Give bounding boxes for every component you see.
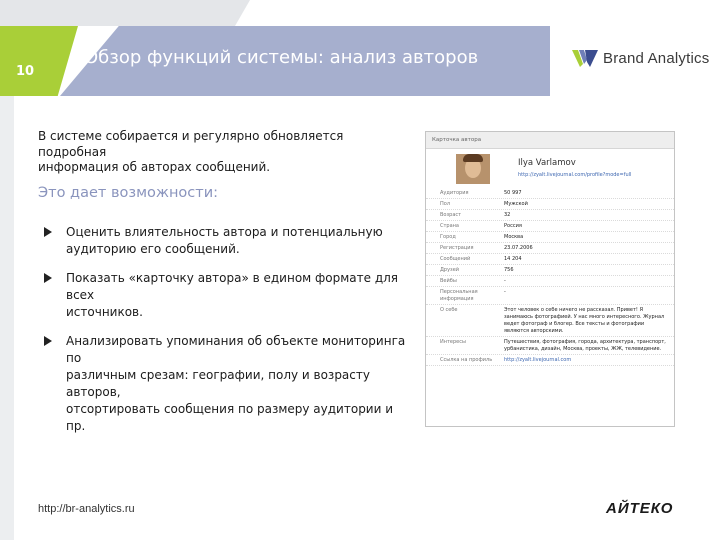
- author-attribute-row: О себе Этот человек о себе ничего не расс…: [426, 305, 674, 337]
- arrow-bullet-icon: [44, 227, 52, 237]
- author-attribute-row: Сообщений 14 204: [426, 254, 674, 265]
- attribute-label: Сообщений: [440, 256, 471, 262]
- attribute-value: 14 204: [504, 256, 522, 262]
- bullet-line: аудиторию его сообщений.: [66, 242, 240, 256]
- bullet-line: Показать «карточку автора» в едином форм…: [66, 271, 399, 302]
- author-attribute-row: Регистрация 23.07.2006: [426, 243, 674, 254]
- author-attribute-row: Ссылка на профиль http://zyalt.livejourna…: [426, 355, 674, 366]
- attribute-value-link[interactable]: http://zyalt.livejournal.com: [504, 357, 674, 364]
- attribute-label: Ссылка на профиль: [440, 357, 493, 363]
- bullet-line: Анализировать упоминания об объекте мони…: [66, 334, 406, 365]
- slide-title: Обзор функций системы: анализ авторов: [84, 47, 479, 68]
- slide-number: 10: [16, 64, 35, 79]
- bullet-list: Оценить влиятельность автора и потенциал…: [44, 224, 414, 447]
- brand-analytics-logo-text: Brand Analytics: [603, 49, 710, 67]
- author-name: Ilya Varlamov: [518, 158, 576, 168]
- page-number-band: [0, 26, 78, 96]
- attribute-value: Путешествия, фотография, города, архитек…: [504, 339, 666, 352]
- attribute-label: Вейбы: [440, 278, 457, 284]
- author-avatar: [456, 154, 490, 184]
- attribute-label: Пол: [440, 201, 451, 207]
- author-attribute-row: Интересы Путешествия, фотография, города,…: [426, 337, 674, 355]
- decorative-top-band: [0, 0, 250, 26]
- brand-analytics-logo-icon: [572, 50, 598, 67]
- bullet-item: Анализировать упоминания об объекте мони…: [44, 333, 414, 435]
- author-attribute-row: Персональная информация -: [426, 287, 674, 305]
- attribute-value: -: [504, 278, 506, 284]
- author-profile-link[interactable]: http://zyalt.livejournal.com/profile?mod…: [518, 172, 631, 178]
- attribute-label: Друзей: [440, 267, 460, 273]
- bullet-item: Оценить влиятельность автора и потенциал…: [44, 224, 414, 258]
- attribute-label: Страна: [440, 223, 459, 229]
- intro-line: В системе собирается и регулярно обновля…: [38, 129, 344, 159]
- author-attribute-row: Возраст 32: [426, 210, 674, 221]
- company-logo: АЙТЕКО: [606, 500, 674, 517]
- attribute-value: 756: [504, 267, 514, 273]
- bullet-line: источников.: [66, 305, 143, 319]
- attribute-value: Этот человек о себе ничего не рассказал.…: [504, 307, 665, 334]
- author-attributes: Аудитория 50 997 Пол Мужской Возраст 32 Стр…: [426, 188, 674, 366]
- attribute-value: Мужской: [504, 201, 528, 207]
- attribute-label: Аудитория: [440, 190, 469, 196]
- author-attribute-row: Страна Россия: [426, 221, 674, 232]
- attribute-label: Город: [440, 234, 456, 240]
- section-heading: Это дает возможности:: [38, 185, 219, 201]
- attribute-label: Возраст: [440, 212, 462, 218]
- attribute-value: -: [504, 289, 506, 295]
- author-attribute-row: Пол Мужской: [426, 199, 674, 210]
- footer-website-link[interactable]: http://br-analytics.ru: [38, 503, 135, 515]
- author-attribute-row: Друзей 756: [426, 265, 674, 276]
- decorative-left-strip: [0, 96, 14, 540]
- arrow-bullet-icon: [44, 336, 52, 346]
- author-attribute-row: Город Москва: [426, 232, 674, 243]
- attribute-label: Персональная информация: [440, 289, 478, 302]
- attribute-value: Россия: [504, 223, 522, 229]
- author-card-screenshot: Карточка автора Ilya Varlamov http://zya…: [425, 131, 675, 427]
- attribute-value: 50 997: [504, 190, 522, 196]
- arrow-bullet-icon: [44, 273, 52, 283]
- bullet-line: отсортировать сообщения по размеру аудит…: [66, 402, 394, 433]
- brand-analytics-logo: Brand Analytics: [572, 48, 709, 68]
- attribute-value: Москва: [504, 234, 524, 240]
- attribute-value: 32: [504, 212, 511, 218]
- attribute-label: О себе: [440, 307, 458, 313]
- author-attribute-row: Аудитория 50 997: [426, 188, 674, 199]
- bullet-line: Оценить влиятельность автора и потенциал…: [66, 225, 383, 239]
- attribute-value: 23.07.2006: [504, 245, 533, 251]
- intro-line: информация об авторах сообщений.: [38, 160, 271, 174]
- bullet-item: Показать «карточку автора» в едином форм…: [44, 270, 414, 321]
- attribute-label: Интересы: [440, 339, 466, 345]
- bullet-line: различным срезам: географии, полу и возр…: [66, 368, 370, 399]
- intro-text: В системе собирается и регулярно обновля…: [38, 129, 408, 176]
- avatar-hair-shape: [463, 154, 483, 162]
- author-attribute-row: Вейбы -: [426, 276, 674, 287]
- author-card-header: Карточка автора: [426, 132, 674, 149]
- attribute-label: Регистрация: [440, 245, 474, 251]
